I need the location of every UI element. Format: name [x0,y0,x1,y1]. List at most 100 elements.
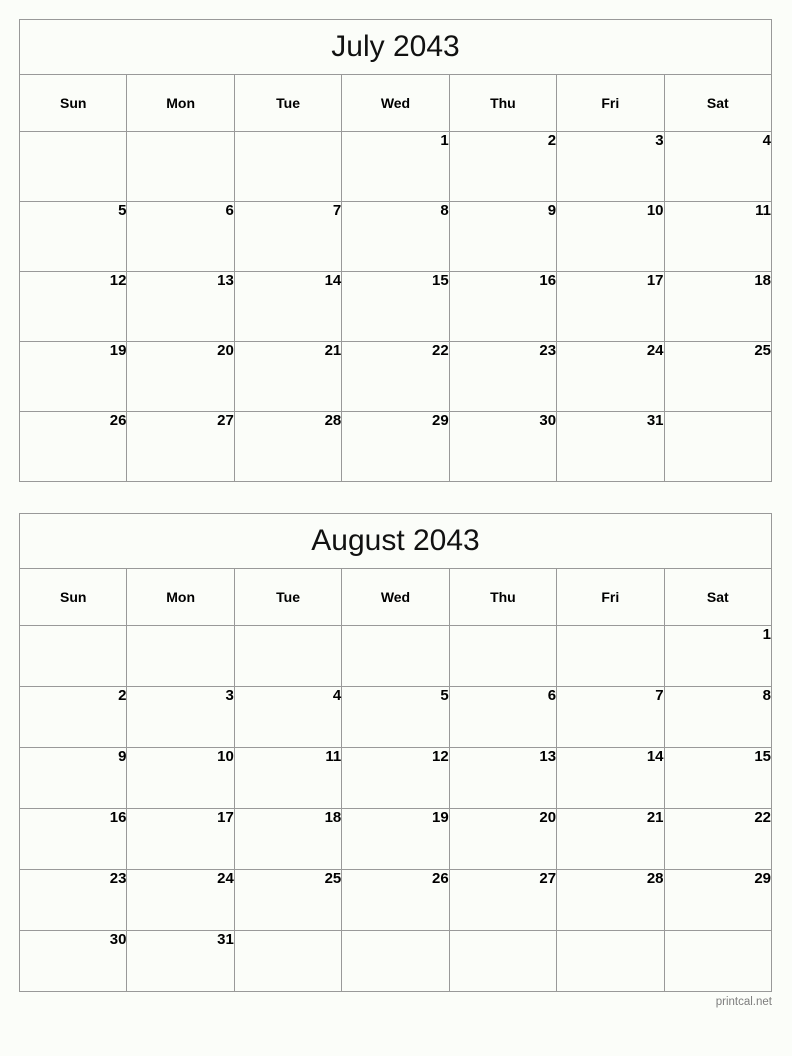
weekday-header-thu: Thu [448,74,558,132]
day-cell[interactable] [233,131,343,202]
month-title-july: July 2043 [19,19,772,75]
week-row: 1 2 3 4 [18,131,773,202]
day-cell[interactable]: 1 [663,625,773,687]
day-cell[interactable]: 19 [18,341,128,412]
day-cell[interactable]: 26 [341,869,450,931]
day-cell[interactable]: 22 [341,341,450,412]
day-cell[interactable]: 16 [448,271,558,342]
day-cell[interactable]: 18 [663,271,773,342]
day-cell[interactable]: 14 [233,271,343,342]
day-cell[interactable]: 24 [556,341,665,412]
day-cell[interactable]: 30 [448,411,558,482]
day-cell[interactable]: 3 [556,131,665,202]
day-cell[interactable]: 27 [448,869,558,931]
day-cell[interactable]: 20 [448,808,558,870]
day-cell[interactable]: 23 [18,869,128,931]
weekday-header-fri: Fri [556,74,665,132]
day-cell[interactable] [556,930,665,992]
week-row: 5 6 7 8 9 10 11 [18,201,773,272]
weekday-header-mon: Mon [126,568,235,626]
footer-attribution: printcal.net [715,996,772,1008]
weekday-header-mon: Mon [126,74,235,132]
day-cell[interactable]: 31 [126,930,235,992]
day-cell[interactable]: 25 [233,869,343,931]
day-cell[interactable]: 11 [233,747,343,809]
day-cell[interactable]: 13 [448,747,558,809]
weekday-header-sat: Sat [663,74,773,132]
month-title-row: July 2043 [19,19,772,75]
day-cell[interactable]: 23 [448,341,558,412]
weekday-header-sun: Sun [18,74,128,132]
day-cell[interactable]: 31 [556,411,665,482]
day-cell[interactable]: 29 [341,411,450,482]
day-cell[interactable] [663,930,773,992]
day-cell[interactable]: 6 [126,201,235,272]
weekday-header-tue: Tue [233,74,343,132]
day-cell[interactable]: 2 [448,131,558,202]
day-cell[interactable]: 3 [126,686,235,748]
week-row: 9 10 11 12 13 14 15 [18,747,773,809]
day-cell[interactable]: 20 [126,341,235,412]
day-cell[interactable]: 2 [18,686,128,748]
day-cell[interactable]: 17 [126,808,235,870]
day-cell[interactable] [341,930,450,992]
week-row: 12 13 14 15 16 17 18 [18,271,773,342]
day-cell[interactable]: 7 [233,201,343,272]
day-cell[interactable] [126,625,235,687]
day-cell[interactable]: 5 [341,686,450,748]
day-cell[interactable]: 17 [556,271,665,342]
day-cell[interactable]: 29 [663,869,773,931]
day-cell[interactable]: 13 [126,271,235,342]
calendar-august-head: August 2043 Sun Mon Tue Wed Thu Fri Sat [18,513,773,626]
week-row: 16 17 18 19 20 21 22 [18,808,773,870]
day-cell[interactable]: 28 [556,869,665,931]
month-title-august: August 2043 [19,513,772,569]
day-cell[interactable]: 12 [341,747,450,809]
day-cell[interactable]: 28 [233,411,343,482]
day-cell[interactable]: 4 [663,131,773,202]
day-cell[interactable] [556,625,665,687]
day-cell[interactable]: 9 [448,201,558,272]
day-cell[interactable] [126,131,235,202]
day-cell[interactable]: 15 [341,271,450,342]
day-cell[interactable]: 6 [448,686,558,748]
day-cell[interactable]: 14 [556,747,665,809]
day-cell[interactable] [18,625,128,687]
day-cell[interactable]: 19 [341,808,450,870]
day-cell[interactable] [18,131,128,202]
day-cell[interactable] [233,930,343,992]
day-cell[interactable]: 22 [663,808,773,870]
weekday-header-wed: Wed [341,568,450,626]
week-row: 19 20 21 22 23 24 25 [18,341,773,412]
day-cell[interactable]: 7 [556,686,665,748]
day-cell[interactable]: 1 [341,131,450,202]
weekday-header-row-august: Sun Mon Tue Wed Thu Fri Sat [18,568,773,626]
day-cell[interactable] [448,930,558,992]
day-cell[interactable] [448,625,558,687]
week-row: 23 24 25 26 27 28 29 [18,869,773,931]
day-cell[interactable]: 25 [663,341,773,412]
day-cell[interactable]: 26 [18,411,128,482]
day-cell[interactable]: 12 [18,271,128,342]
day-cell[interactable]: 4 [233,686,343,748]
day-cell[interactable]: 8 [663,686,773,748]
day-cell[interactable]: 18 [233,808,343,870]
day-cell[interactable]: 16 [18,808,128,870]
calendar-august-body: 1 2 3 4 5 6 7 8 9 10 11 12 13 14 15 16 1… [18,625,773,992]
day-cell[interactable]: 27 [126,411,235,482]
day-cell[interactable] [341,625,450,687]
day-cell[interactable]: 21 [556,808,665,870]
day-cell[interactable]: 15 [663,747,773,809]
day-cell[interactable]: 5 [18,201,128,272]
day-cell[interactable]: 11 [663,201,773,272]
day-cell[interactable]: 8 [341,201,450,272]
day-cell[interactable]: 30 [18,930,128,992]
day-cell[interactable] [663,411,773,482]
month-title-row: August 2043 [19,513,772,569]
day-cell[interactable] [233,625,343,687]
day-cell[interactable]: 10 [126,747,235,809]
day-cell[interactable]: 10 [556,201,665,272]
day-cell[interactable]: 21 [233,341,343,412]
day-cell[interactable]: 24 [126,869,235,931]
day-cell[interactable]: 9 [18,747,128,809]
